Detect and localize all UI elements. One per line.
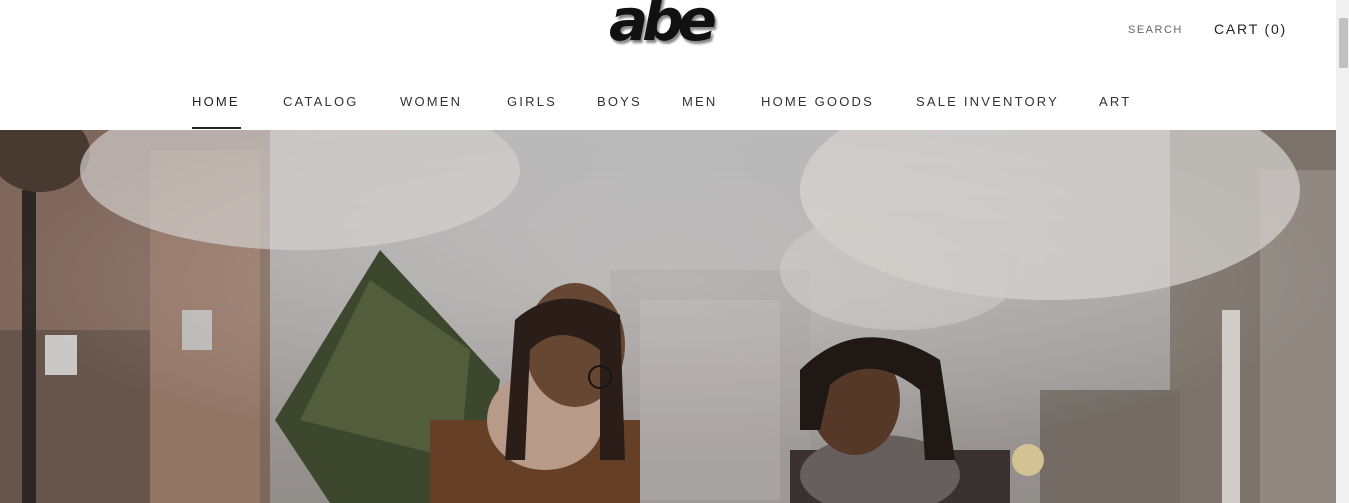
nav-item-art[interactable]: ART — [1099, 94, 1131, 109]
nav-item-home[interactable]: HOME — [192, 94, 240, 109]
nav-item-catalog[interactable]: CATALOG — [283, 94, 359, 109]
site-header: abe SEARCH CART (0) HOME CATALOG WOMEN G… — [0, 0, 1336, 130]
hero-image — [0, 130, 1336, 503]
nav-item-women[interactable]: WOMEN — [400, 94, 462, 109]
nav-item-boys[interactable]: BOYS — [597, 94, 642, 109]
logo-text: abe — [609, 0, 717, 54]
hero-banner[interactable] — [0, 130, 1336, 503]
scrollbar-thumb[interactable] — [1339, 18, 1348, 68]
cart-link[interactable]: CART (0) — [1214, 21, 1287, 37]
page-scrollbar[interactable] — [1336, 0, 1349, 503]
main-nav: HOME CATALOG WOMEN GIRLS BOYS MEN HOME G… — [0, 92, 1336, 130]
brand-logo[interactable]: abe — [592, 0, 728, 66]
nav-item-girls[interactable]: GIRLS — [507, 94, 557, 109]
nav-item-home-goods[interactable]: HOME GOODS — [761, 94, 874, 109]
search-link[interactable]: SEARCH — [1128, 24, 1183, 36]
active-nav-underline — [192, 127, 241, 129]
nav-item-sale-inventory[interactable]: SALE INVENTORY — [916, 94, 1059, 109]
page: abe SEARCH CART (0) HOME CATALOG WOMEN G… — [0, 0, 1336, 503]
nav-item-men[interactable]: MEN — [682, 94, 718, 109]
